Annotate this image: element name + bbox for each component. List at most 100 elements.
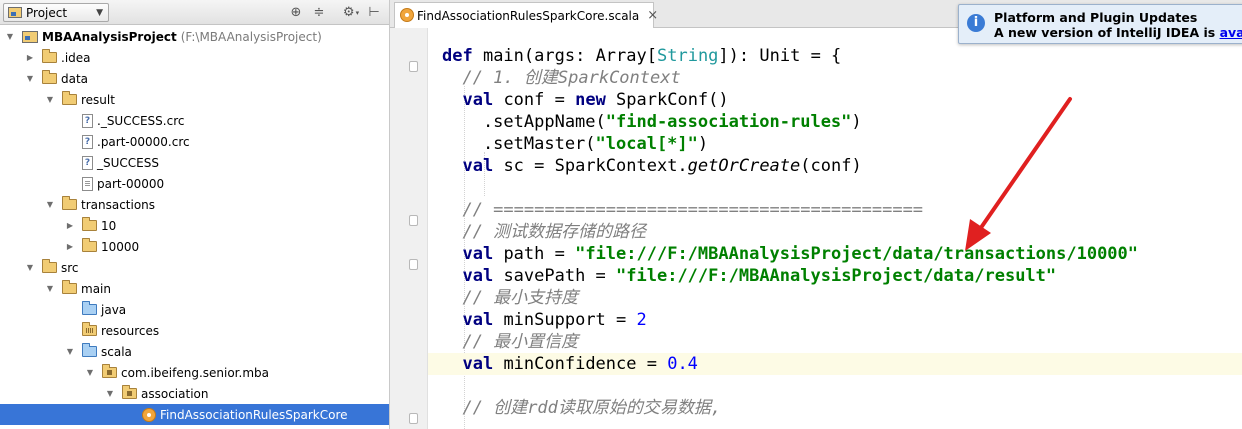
tree-node[interactable]: ▼ data — [0, 68, 389, 89]
tree-node[interactable]: ▼ src — [0, 257, 389, 278]
code-token: 读取原始的交易数据, — [557, 398, 722, 418]
package-icon — [122, 385, 137, 399]
collapsed-arrow-icon[interactable]: ▶ — [64, 242, 76, 251]
tree-node-label: 10 — [101, 218, 117, 233]
expanded-arrow-icon[interactable]: ▼ — [104, 389, 116, 398]
project-view-selector[interactable]: Project ▼ — [3, 3, 109, 22]
code-token: Unit — [759, 46, 801, 66]
code-token: String — [657, 46, 719, 66]
folder-icon — [42, 259, 57, 273]
expanded-arrow-icon[interactable]: ▼ — [24, 74, 36, 83]
code-token: val — [462, 354, 504, 374]
code-token: SparkContext — [557, 68, 681, 88]
code-line[interactable]: // 测试数据存储的路径 — [428, 221, 1242, 243]
tree-node[interactable]: java — [0, 299, 389, 320]
hide-panel-icon[interactable]: ⊢ — [366, 5, 382, 20]
code-line[interactable] — [428, 375, 1242, 397]
fold-marker-icon[interactable] — [409, 61, 418, 72]
tree-node[interactable]: ▶ .idea — [0, 47, 389, 68]
tree-node[interactable]: ▼ association — [0, 383, 389, 404]
tree-node-label: src — [61, 260, 79, 275]
code-token: minSupport = — [503, 310, 637, 330]
tree-node[interactable]: part-00000 — [0, 173, 389, 194]
code-token: // 最小支持度 — [442, 288, 579, 308]
code-token: val — [462, 90, 504, 110]
close-tab-icon[interactable]: × — [647, 8, 658, 23]
notification-message: A new version of IntelliJ IDEA is availa… — [994, 25, 1242, 40]
tree-node[interactable]: ▼ transactions — [0, 194, 389, 215]
expanded-arrow-icon[interactable]: ▼ — [84, 368, 96, 377]
project-folder-icon — [22, 30, 38, 43]
code-token: (args: — [523, 46, 596, 66]
expanded-arrow-icon[interactable]: ▼ — [44, 284, 56, 293]
text-file-icon — [82, 176, 93, 191]
tree-node[interactable]: ? .part-00000.crc — [0, 131, 389, 152]
tree-node[interactable]: resources — [0, 320, 389, 341]
folder-icon — [82, 217, 97, 231]
code-line[interactable]: // 创建rdd读取原始的交易数据, — [428, 397, 1242, 419]
expanded-arrow-icon[interactable]: ▼ — [24, 263, 36, 272]
code-line[interactable]: val conf = new SparkConf() — [428, 89, 1242, 111]
fold-marker-icon[interactable] — [409, 259, 418, 270]
code-line[interactable] — [428, 177, 1242, 199]
code-token: val — [462, 244, 504, 264]
tree-node-label: MBAAnalysisProject — [42, 29, 177, 44]
project-tool-window: Project ▼ ⊕ ≑ ⚙ ▾ ⊢ ▼ MBAAnalysisProject (F… — [0, 0, 390, 429]
code-line[interactable]: val path = "file:///F:/MBAAnalysisProjec… — [428, 243, 1242, 265]
expanded-arrow-icon[interactable]: ▼ — [64, 347, 76, 356]
expanded-arrow-icon[interactable]: ▼ — [44, 200, 56, 209]
code-line[interactable]: val savePath = "file:///F:/MBAAnalysisPr… — [428, 265, 1242, 287]
tree-node-label: com.ibeifeng.senior.mba — [121, 365, 269, 380]
code-area[interactable]: def main(args: Array[String]): Unit = { … — [428, 28, 1242, 429]
tree-node[interactable]: FindAssociationRulesSparkCore — [0, 404, 389, 425]
scala-object-icon — [400, 8, 414, 22]
scroll-from-source-icon[interactable]: ⊕ — [288, 5, 304, 20]
notification-link[interactable]: available — [1220, 25, 1242, 40]
code-line[interactable]: val sc = SparkContext.getOrCreate(conf) — [428, 155, 1242, 177]
tree-node[interactable]: ▼ com.ibeifeng.senior.mba — [0, 362, 389, 383]
code-line[interactable]: // 最小支持度 — [428, 287, 1242, 309]
code-token: savePath = — [503, 266, 617, 286]
settings-gear-icon[interactable]: ⚙ ▾ — [340, 5, 362, 20]
code-token: new — [575, 90, 617, 110]
project-toolbar: Project ▼ ⊕ ≑ ⚙ ▾ ⊢ — [0, 0, 389, 25]
tree-node-label: data — [61, 71, 89, 86]
tree-node[interactable]: ▶ 10000 — [0, 236, 389, 257]
collapsed-arrow-icon[interactable]: ▶ — [24, 53, 36, 62]
tree-node[interactable]: ▶ 10 — [0, 215, 389, 236]
code-token: // =====================================… — [442, 200, 924, 220]
code-token: // 最小置信度 — [442, 332, 579, 352]
update-notification-balloon[interactable]: i Platform and Plugin Updates A new vers… — [958, 4, 1242, 44]
fold-marker-icon[interactable] — [409, 413, 418, 424]
tree-node[interactable]: ? _SUCCESS — [0, 152, 389, 173]
code-line-current[interactable]: val minConfidence = 0.4 — [428, 353, 1242, 375]
tree-node[interactable]: ▼ main — [0, 278, 389, 299]
code-token: ) — [851, 112, 862, 132]
code-line[interactable]: .setMaster("local[*]") — [428, 133, 1242, 155]
code-line[interactable]: def main(args: Array[String]): Unit = { — [428, 45, 1242, 67]
code-token: path = — [503, 244, 576, 264]
code-token: sc = SparkContext. — [503, 156, 688, 176]
code-line[interactable]: val minSupport = 2 — [428, 309, 1242, 331]
code-line[interactable]: // 1. 创建SparkContext — [428, 67, 1242, 89]
code-token: = { — [800, 46, 842, 66]
code-line[interactable]: .setAppName("find-association-rules") — [428, 111, 1242, 133]
collapsed-arrow-icon[interactable]: ▶ — [64, 221, 76, 230]
expanded-arrow-icon[interactable]: ▼ — [4, 32, 16, 41]
code-line[interactable]: // 最小置信度 — [428, 331, 1242, 353]
tree-node[interactable]: ▼ result — [0, 89, 389, 110]
fold-marker-icon[interactable] — [409, 215, 418, 226]
code-line[interactable]: // =====================================… — [428, 199, 1242, 221]
tree-node[interactable]: ▼ scala — [0, 341, 389, 362]
tree-node-label: .idea — [61, 50, 91, 65]
collapse-all-icon[interactable]: ≑ — [311, 5, 327, 20]
code-token: rdd — [527, 398, 558, 418]
tree-node[interactable]: ? ._SUCCESS.crc — [0, 110, 389, 131]
tree-node-label: transactions — [81, 197, 156, 212]
unknown-file-icon: ? — [82, 155, 93, 170]
tree-node-label: FindAssociationRulesSparkCore — [160, 407, 348, 422]
tree-node[interactable]: ▼ MBAAnalysisProject (F:\MBAAnalysisProjec… — [0, 26, 389, 47]
code-token: .setMaster( — [442, 134, 596, 154]
expanded-arrow-icon[interactable]: ▼ — [44, 95, 56, 104]
